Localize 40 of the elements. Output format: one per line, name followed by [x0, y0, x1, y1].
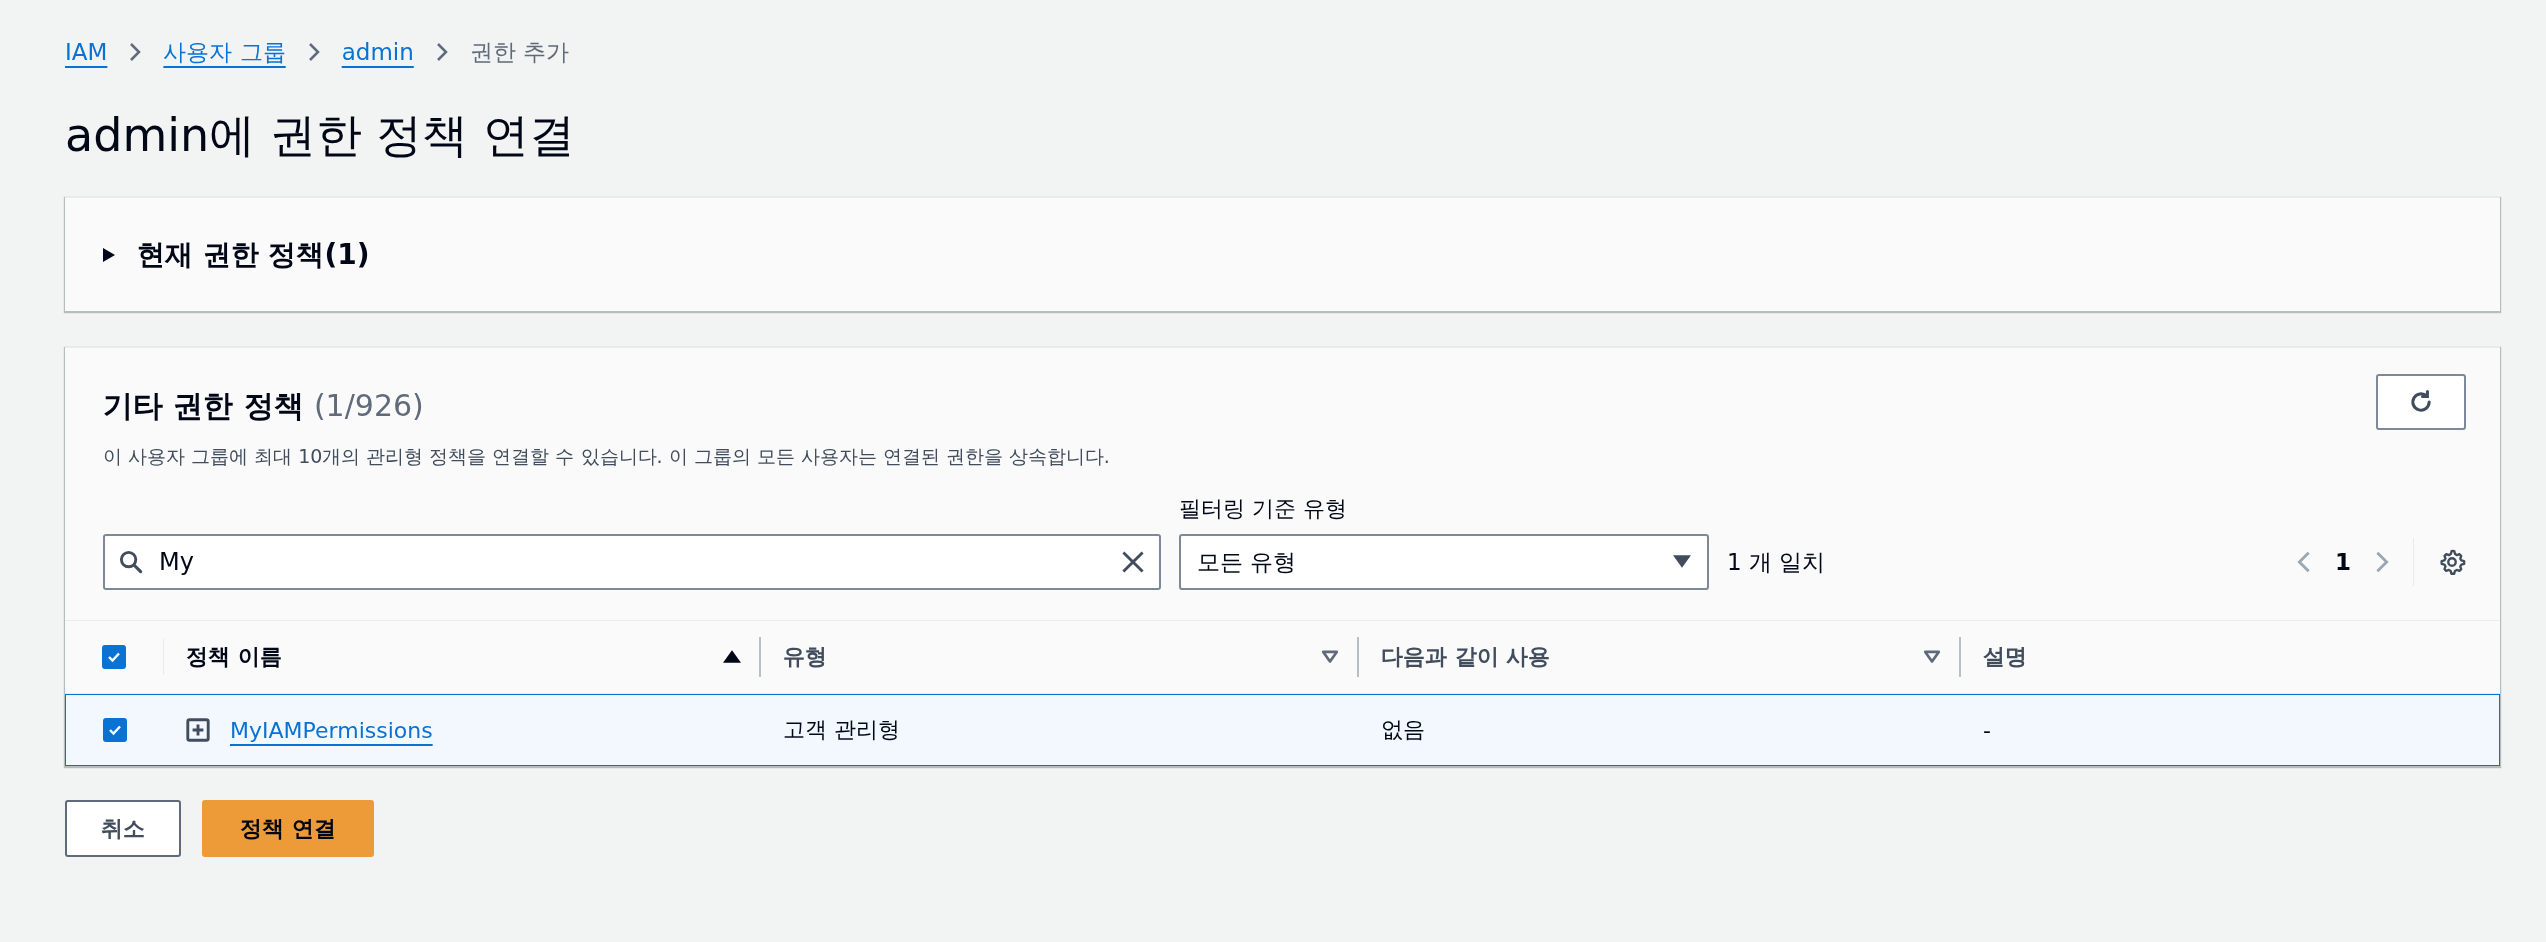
panel-title: 기타 권한 정책 [103, 387, 304, 426]
column-header[interactable]: 정책 이름 [186, 642, 723, 673]
select-all-checkbox[interactable] [102, 645, 126, 670]
table-row[interactable]: MyIAMPermissions 고객 관리형 없음 - [65, 694, 2500, 767]
breadcrumb-link[interactable]: 사용자 그룹 [163, 36, 286, 68]
breadcrumb-link[interactable]: admin [341, 39, 414, 65]
panel-description: 이 사용자 그룹에 최대 10개의 관리형 정책을 연결할 수 있습니다. 이 그룹의 모든 사용자는 연결된 권한을 상속합니다. [103, 444, 1111, 470]
attach-policy-button[interactable]: 정책 연결 [202, 800, 374, 858]
type-dropdown[interactable]: 모든 유형 [1179, 534, 1709, 591]
refresh-button[interactable] [2376, 374, 2466, 431]
column-header[interactable]: 다음과 같이 사용 [1381, 642, 1923, 673]
match-count: 1 개 일치 [1727, 547, 1826, 577]
caret-down-icon [1673, 555, 1691, 570]
sort-icon[interactable] [1923, 650, 1941, 665]
row-checkbox[interactable] [103, 718, 127, 743]
breadcrumb-current: 권한 추가 [469, 37, 570, 67]
chevron-right-icon [435, 42, 448, 62]
breadcrumb-link[interactable]: IAM [65, 39, 108, 65]
expand-plus-icon[interactable] [186, 718, 210, 743]
chevron-right-icon [307, 42, 320, 62]
filter-label: 필터링 기준 유형 [1179, 495, 1348, 524]
search-icon [119, 550, 143, 575]
clear-icon[interactable] [1121, 550, 1145, 575]
page-title: admin에 권한 정책 연결 [65, 108, 576, 164]
used-as-value: 없음 [1381, 716, 1425, 745]
search-field[interactable]: My [103, 534, 1161, 591]
caret-icon [103, 247, 115, 262]
policy-type: 고객 관리형 [783, 716, 900, 745]
cancel-button[interactable]: 취소 [65, 800, 181, 858]
column-header[interactable]: 설명 [1983, 642, 2500, 673]
column-header[interactable]: 유형 [783, 642, 1321, 673]
policy-count: (1/926) [313, 388, 424, 424]
policy-description: - [1983, 717, 1991, 743]
policy-name-link[interactable]: MyIAMPermissions [230, 717, 433, 743]
sort-ascending-icon[interactable] [723, 650, 741, 665]
chevron-right-icon [129, 42, 142, 62]
settings-icon[interactable] [2438, 548, 2466, 577]
page-number[interactable]: 1 [2335, 549, 2351, 576]
expand-toggle[interactable]: 현재 권한 정책(1) [103, 235, 370, 274]
sort-icon[interactable] [1321, 650, 1339, 665]
